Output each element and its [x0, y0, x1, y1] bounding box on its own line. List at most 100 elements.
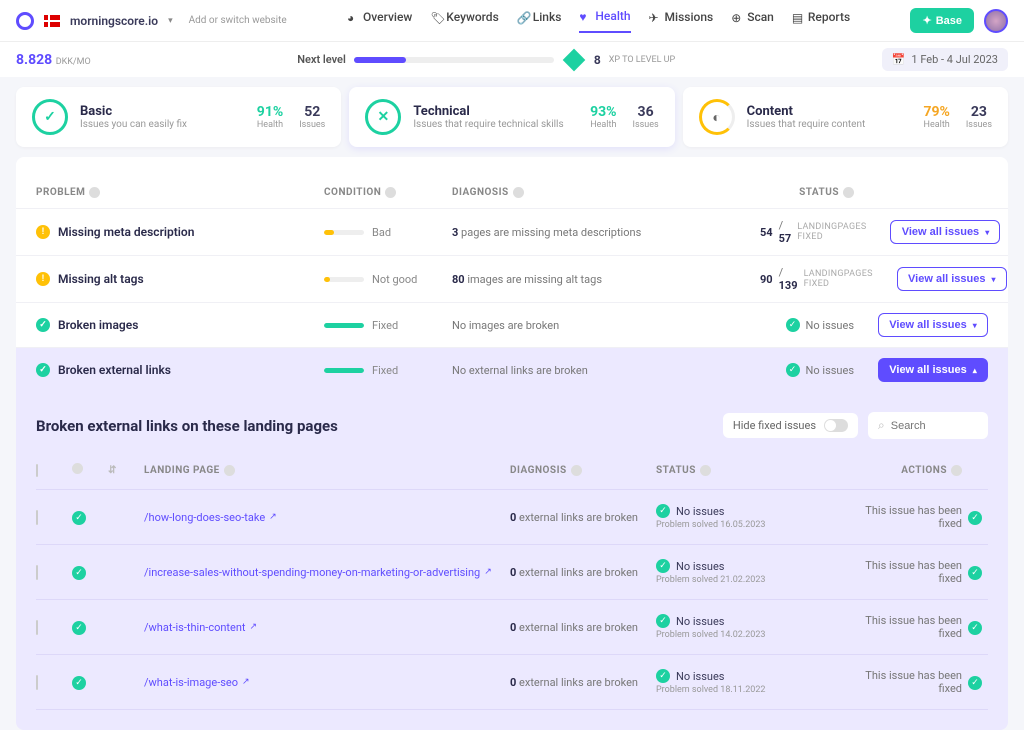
- landing-page-header: ⇵ LANDING PAGE DIAGNOSIS STATUS ACTIONS: [36, 455, 988, 490]
- logo-icon: [16, 12, 34, 30]
- nav-keywords[interactable]: 🏷Keywords: [430, 9, 498, 33]
- tab-basic[interactable]: ✓ BasicIssues you can easily fix 91%Heal…: [16, 87, 341, 147]
- hide-fixed-toggle[interactable]: Hide fixed issues: [723, 413, 858, 438]
- level-progress: Next level 8 XP TO LEVEL UP: [297, 52, 675, 68]
- check-ring-icon: ✓: [32, 99, 68, 135]
- scan-icon: ⊕: [731, 11, 743, 23]
- calendar-icon: 📅: [892, 53, 906, 66]
- landing-page-link[interactable]: /what-is-thin-content↗: [144, 621, 504, 634]
- problem-row: !Missing alt tags Not good 80 images are…: [16, 255, 1008, 302]
- caret-icon: ▴: [973, 366, 977, 375]
- ok-icon: ✓: [656, 669, 670, 683]
- main-nav: ◕Overview 🏷Keywords 🔗Links ♥Health ✈Miss…: [347, 9, 850, 33]
- help-icon[interactable]: [700, 465, 711, 476]
- top-bar: morningscore.io ▾ Add or switch website …: [0, 0, 1024, 42]
- help-icon[interactable]: [843, 187, 854, 198]
- ok-icon: ✓: [36, 363, 50, 377]
- sub-bar: 8.828 DKK/MO Next level 8 XP TO LEVEL UP…: [0, 42, 1024, 77]
- avatar[interactable]: [984, 9, 1008, 33]
- fixed-label: This issue has been fixed: [862, 669, 962, 695]
- chevron-down-icon[interactable]: ▾: [168, 16, 173, 26]
- help-icon[interactable]: [72, 463, 83, 474]
- gauge-icon: ◕: [347, 11, 359, 23]
- nav-reports[interactable]: ▤Reports: [792, 9, 850, 33]
- help-icon[interactable]: [89, 187, 100, 198]
- tag-icon: 🏷: [430, 11, 442, 23]
- flag-icon: [44, 15, 60, 27]
- level-bar: [354, 57, 554, 63]
- external-link-icon: ↗: [242, 677, 250, 687]
- ok-icon: ✓: [786, 363, 800, 377]
- sort-icon[interactable]: ⇵: [108, 465, 138, 476]
- problems-table: PROBLEM CONDITION DIAGNOSIS STATUS !Miss…: [16, 157, 1008, 392]
- report-icon: ▤: [792, 11, 804, 23]
- search-input[interactable]: [891, 420, 978, 432]
- row-checkbox[interactable]: [36, 565, 38, 580]
- caret-icon: ▾: [973, 321, 977, 330]
- view-issues-button[interactable]: View all issues▾: [897, 267, 1007, 291]
- nav-health[interactable]: ♥Health: [579, 9, 630, 33]
- date-range-picker[interactable]: 📅 1 Feb - 4 Jul 2023: [882, 48, 1008, 71]
- search-box[interactable]: ⌕: [868, 412, 988, 439]
- nav-overview[interactable]: ◕Overview: [347, 9, 412, 33]
- row-checkbox[interactable]: [36, 620, 38, 635]
- fixed-label: This issue has been fixed: [862, 504, 962, 530]
- category-tabs: ✓ BasicIssues you can easily fix 91%Heal…: [0, 77, 1024, 157]
- ok-icon: ✓: [786, 318, 800, 332]
- view-issues-button[interactable]: View all issues▾: [890, 220, 1000, 244]
- ok-icon: ✓: [656, 559, 670, 573]
- row-checkbox[interactable]: [36, 675, 38, 690]
- select-all-checkbox[interactable]: [36, 464, 38, 477]
- problem-row: !Missing meta description Bad 3 pages ar…: [16, 208, 1008, 255]
- ok-icon: ✓: [72, 566, 86, 580]
- rocket-icon: ✈: [649, 11, 661, 23]
- base-button[interactable]: ✦Base: [910, 8, 974, 33]
- search-icon: ⌕: [878, 418, 885, 433]
- row-checkbox[interactable]: [36, 510, 38, 525]
- x-ring-icon: ✕: [365, 99, 401, 135]
- nav-scan[interactable]: ⊕Scan: [731, 9, 774, 33]
- tab-technical[interactable]: ✕ TechnicalIssues that require technical…: [349, 87, 674, 147]
- external-link-icon: ↗: [269, 512, 277, 522]
- landing-page-row: ✓ /increase-sales-without-spending-money…: [36, 545, 988, 600]
- landing-page-link[interactable]: /increase-sales-without-spending-money-o…: [144, 566, 504, 579]
- ok-icon: ✓: [968, 511, 982, 525]
- fixed-label: This issue has been fixed: [862, 559, 962, 585]
- xp-count: 8: [594, 53, 601, 67]
- xp-label: XP TO LEVEL UP: [609, 55, 675, 65]
- view-issues-button[interactable]: View all issues▴: [878, 358, 988, 382]
- next-level-label: Next level: [297, 53, 346, 66]
- toggle-icon[interactable]: [824, 419, 848, 432]
- landing-page-row: ✓ /what-is-thin-content↗ 0 external link…: [36, 600, 988, 655]
- help-icon[interactable]: [513, 187, 524, 198]
- warn-icon: !: [36, 272, 50, 286]
- detail-title: Broken external links on these landing p…: [36, 417, 338, 435]
- fixed-label: This issue has been fixed: [862, 614, 962, 640]
- caret-icon: ▾: [992, 275, 996, 284]
- heart-icon: ♥: [579, 10, 591, 22]
- add-site-link[interactable]: Add or switch website: [189, 15, 287, 26]
- landing-page-link[interactable]: /what-is-image-seo↗: [144, 676, 504, 689]
- landing-page-link[interactable]: /how-long-does-seo-take↗: [144, 511, 504, 524]
- ok-icon: ✓: [656, 614, 670, 628]
- ok-icon: ✓: [72, 621, 86, 635]
- landing-page-row: ✓ /what-is-image-seo↗ 0 external links a…: [36, 655, 988, 710]
- help-icon[interactable]: [571, 465, 582, 476]
- help-icon[interactable]: [385, 187, 396, 198]
- nav-missions[interactable]: ✈Missions: [649, 9, 714, 33]
- ok-icon: ✓: [72, 511, 86, 525]
- problem-row: ✓Broken external links Fixed No external…: [16, 347, 1008, 392]
- score-value: 8.828 DKK/MO: [16, 52, 91, 68]
- problems-header: PROBLEM CONDITION DIAGNOSIS STATUS: [16, 177, 1008, 208]
- help-icon[interactable]: [224, 465, 235, 476]
- detail-section: Broken external links on these landing p…: [16, 392, 1008, 730]
- nav-links[interactable]: 🔗Links: [517, 9, 562, 33]
- content-ring-icon: ◐: [699, 99, 735, 135]
- xp-cube-icon: [563, 48, 586, 71]
- tab-content[interactable]: ◐ ContentIssues that require content 79%…: [683, 87, 1008, 147]
- ok-icon: ✓: [656, 504, 670, 518]
- ok-icon: ✓: [968, 676, 982, 690]
- site-name[interactable]: morningscore.io: [70, 14, 158, 28]
- view-issues-button[interactable]: View all issues▾: [878, 313, 988, 337]
- help-icon[interactable]: [951, 465, 962, 476]
